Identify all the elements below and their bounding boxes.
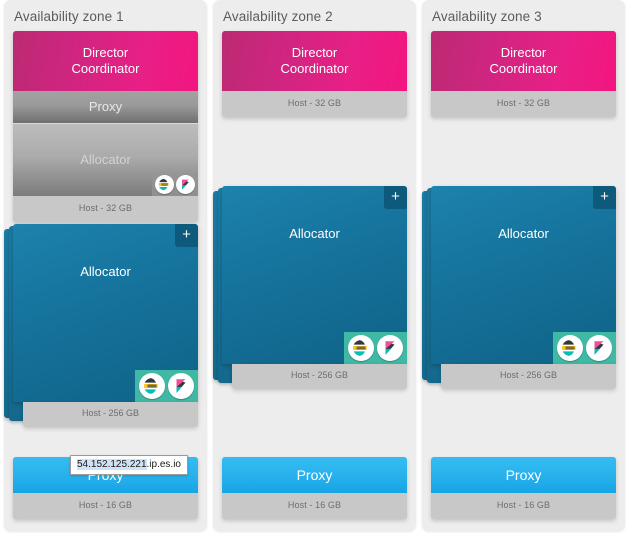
proxy-node[interactable]: Proxy	[222, 457, 407, 493]
allocator-label: Allocator	[289, 225, 340, 241]
allocator-stack: Allocator + Host - 256 GB	[4, 224, 198, 427]
host-label: Host - 16 GB	[222, 493, 407, 519]
director-coordinator-label: Director Coordinator	[489, 45, 558, 76]
elasticsearch-logo-icon[interactable]	[139, 373, 165, 399]
zone-spacer	[13, 429, 198, 457]
elasticsearch-logo-icon[interactable]	[348, 334, 374, 361]
zone-title: Availability zone 1	[14, 9, 124, 24]
availability-zones-container: Availability zone 1 Director Coordinator…	[0, 0, 633, 531]
disabled-proxy-node[interactable]: Proxy	[13, 91, 198, 124]
host-label: Host - 32 GB	[431, 91, 616, 117]
zone-spacer	[431, 119, 616, 186]
host-label: Host - 32 GB	[222, 91, 407, 117]
elasticsearch-logo-icon[interactable]	[155, 175, 174, 194]
zone-title: Availability zone 3	[432, 9, 542, 24]
add-instance-button[interactable]: +	[175, 224, 198, 247]
host-label: Host - 32 GB	[13, 196, 198, 222]
kibana-logo-icon[interactable]	[168, 373, 194, 399]
disabled-allocator-node[interactable]: Allocator	[13, 124, 198, 196]
allocator-label: Allocator	[80, 264, 131, 279]
logo-badge	[152, 173, 198, 196]
allocator-node[interactable]: Allocator +	[222, 185, 407, 364]
zone-title: Availability zone 2	[223, 9, 333, 24]
allocator-node[interactable]: Allocator +	[431, 185, 616, 364]
allocator-stack: Allocator + Host - 256 GB	[422, 185, 616, 389]
allocator-stack: Allocator + Host - 256 GB	[213, 185, 407, 389]
availability-zone-panel: Availability zone 1 Director Coordinator…	[4, 0, 207, 531]
zone-spacer	[222, 391, 407, 458]
allocator-label: Allocator	[498, 225, 549, 241]
director-host-box: Director Coordinator Proxy Allocator Hos…	[13, 31, 198, 222]
logo-badge	[135, 370, 198, 402]
elasticsearch-logo-icon[interactable]	[557, 334, 583, 361]
proxy-node[interactable]: Proxy	[431, 457, 616, 493]
disabled-proxy-label: Proxy	[88, 99, 123, 114]
kibana-logo-icon[interactable]	[176, 175, 195, 194]
logo-badge	[344, 331, 407, 364]
proxy-host-box: Proxy Host - 16 GB	[222, 457, 407, 519]
director-coordinator-node[interactable]: Director Coordinator	[13, 31, 198, 91]
kibana-logo-icon[interactable]	[586, 334, 612, 361]
tooltip-selected-text: 54.152.125.221	[77, 459, 147, 470]
director-coordinator-label: Director Coordinator	[280, 45, 349, 76]
hostname-tooltip: 54.152.125.221.ip.es.io	[70, 455, 188, 475]
director-host-box: Director Coordinator Host - 32 GB	[222, 31, 407, 117]
availability-zone-panel: Availability zone 2 Director Coordinator…	[213, 0, 416, 531]
host-label: Host - 256 GB	[23, 402, 198, 427]
director-coordinator-label: Director Coordinator	[71, 45, 140, 76]
disabled-allocator-label: Allocator	[80, 152, 131, 167]
host-label: Host - 16 GB	[13, 493, 198, 519]
kibana-logo-icon[interactable]	[377, 334, 403, 361]
proxy-label: Proxy	[296, 467, 333, 483]
add-instance-button[interactable]: +	[384, 185, 407, 209]
tooltip-suffix-text: .ip.es.io	[146, 459, 181, 470]
host-label: Host - 16 GB	[431, 493, 616, 519]
availability-zone-panel: Availability zone 3 Director Coordinator…	[422, 0, 625, 531]
proxy-host-box: Proxy Host - 16 GB	[431, 457, 616, 519]
director-coordinator-node[interactable]: Director Coordinator	[431, 31, 616, 91]
add-instance-button[interactable]: +	[593, 185, 616, 209]
allocator-node[interactable]: Allocator +	[13, 224, 198, 402]
zone-spacer	[431, 391, 616, 458]
zone-spacer	[222, 119, 407, 186]
director-host-box: Director Coordinator Host - 32 GB	[431, 31, 616, 117]
proxy-label: Proxy	[505, 467, 542, 483]
host-label: Host - 256 GB	[441, 363, 616, 389]
director-coordinator-node[interactable]: Director Coordinator	[222, 31, 407, 91]
logo-badge	[553, 331, 616, 364]
host-label: Host - 256 GB	[232, 363, 407, 389]
